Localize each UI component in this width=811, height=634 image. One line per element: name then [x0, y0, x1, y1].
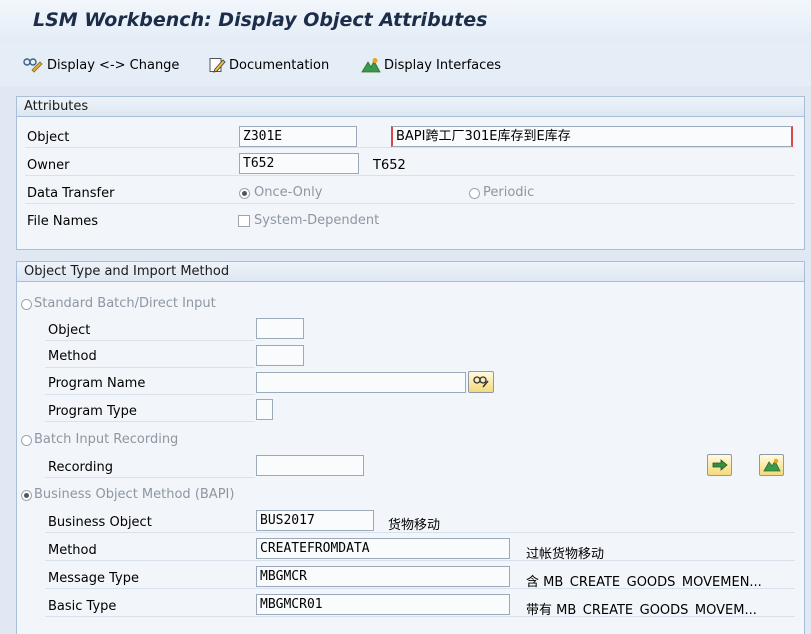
object-description-field[interactable]: BAPI跨工厂301E库存到E库存	[391, 126, 793, 147]
display-interfaces-button[interactable]: Display Interfaces	[361, 55, 501, 75]
documentation-button[interactable]: Documentation	[208, 55, 329, 75]
object-field[interactable]: Z301E	[239, 126, 357, 147]
message-type-field[interactable]: MBGMCR	[256, 566, 510, 587]
documentation-label: Documentation	[229, 57, 330, 73]
row-divider	[45, 560, 795, 561]
once-only-label: Once-Only	[254, 185, 323, 200]
business-object-label: Business Object	[48, 515, 152, 530]
bapi-label: Business Object Method (BAPI)	[34, 487, 235, 502]
display-change-button[interactable]: Display <-> Change	[22, 55, 179, 75]
business-object-field[interactable]: BUS2017	[256, 510, 374, 531]
row-divider	[25, 175, 795, 176]
standard-batch-label: Standard Batch/Direct Input	[34, 296, 216, 311]
display-interfaces-label: Display Interfaces	[384, 57, 502, 73]
row-divider	[45, 340, 255, 341]
program-name-field[interactable]	[256, 372, 466, 393]
import-method-group: Object Type and Import Method Standard B…	[16, 261, 805, 634]
sb-object-label: Object	[48, 323, 91, 338]
owner-label: Owner	[27, 158, 70, 173]
sb-object-field[interactable]	[256, 318, 304, 339]
application-toolbar: Display <-> Change Documentation Display…	[0, 42, 811, 86]
standard-batch-radio[interactable]	[21, 299, 32, 310]
row-divider	[45, 616, 795, 617]
program-name-label: Program Name	[48, 376, 146, 391]
possible-entries-button[interactable]	[468, 371, 494, 393]
basic-type-label: Basic Type	[48, 599, 117, 614]
transfer-icon	[712, 459, 728, 471]
display-interfaces-icon	[361, 58, 381, 73]
display-change-icon	[23, 58, 43, 73]
program-type-label: Program Type	[48, 404, 137, 419]
transfer-button[interactable]	[707, 454, 732, 476]
batch-input-radio[interactable]	[21, 435, 32, 446]
display-change-label: Display <-> Change	[47, 57, 180, 73]
title-bar: LSM Workbench: Display Object Attributes	[0, 0, 811, 43]
once-only-radio[interactable]	[239, 188, 250, 199]
row-divider	[45, 532, 795, 533]
owner-field[interactable]: T652	[239, 153, 359, 174]
system-dependent-label: System-Dependent	[254, 213, 380, 228]
page-title: LSM Workbench: Display Object Attributes	[33, 9, 488, 31]
basic-type-field[interactable]: MBGMCR01	[256, 594, 510, 615]
periodic-radio[interactable]	[469, 188, 480, 199]
possible-entries-icon	[473, 376, 489, 388]
attributes-group: Attributes Object Z301E BAPI跨工厂301E库存到E库…	[16, 96, 805, 250]
recording-label: Recording	[48, 460, 114, 475]
method-label: Method	[48, 543, 97, 558]
interfaces-icon	[762, 458, 781, 472]
bapi-radio[interactable]	[21, 490, 32, 501]
owner-name: T652	[373, 158, 406, 173]
recording-field[interactable]	[256, 455, 364, 476]
object-label: Object	[27, 130, 70, 145]
interfaces-button[interactable]	[759, 454, 784, 476]
row-divider	[45, 588, 795, 589]
row-divider	[45, 421, 255, 422]
row-divider	[45, 367, 255, 368]
attributes-header: Attributes	[17, 97, 804, 117]
row-divider	[45, 394, 255, 395]
sb-method-label: Method	[48, 349, 97, 364]
method-field[interactable]: CREATEFROMDATA	[256, 538, 510, 559]
file-names-label: File Names	[27, 214, 99, 229]
batch-input-label: Batch Input Recording	[34, 432, 179, 447]
data-transfer-label: Data Transfer	[27, 186, 115, 201]
row-divider	[25, 147, 795, 148]
business-object-desc: 货物移动	[388, 518, 441, 533]
periodic-label: Periodic	[483, 185, 535, 200]
row-divider	[25, 203, 795, 204]
system-dependent-checkbox[interactable]	[238, 215, 250, 227]
import-method-header: Object Type and Import Method	[17, 262, 804, 282]
program-type-field[interactable]	[256, 399, 273, 420]
message-type-label: Message Type	[48, 571, 139, 586]
documentation-icon	[209, 58, 226, 73]
sb-method-field[interactable]	[256, 345, 304, 366]
row-divider	[45, 477, 255, 478]
